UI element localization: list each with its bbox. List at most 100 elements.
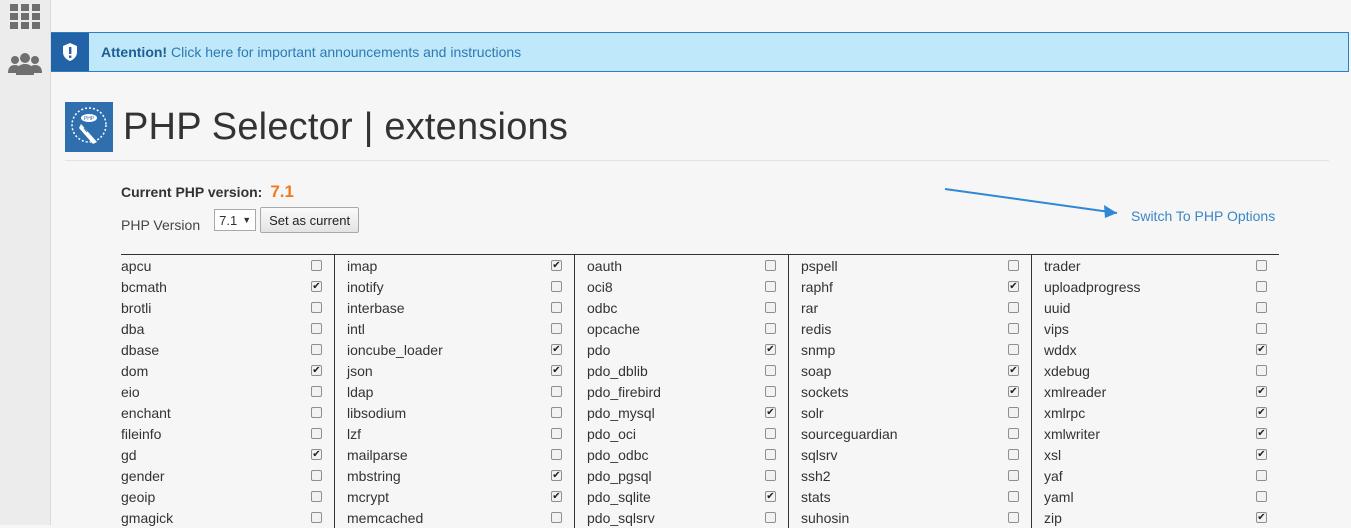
extension-checkbox[interactable] xyxy=(765,428,776,439)
extension-checkbox[interactable]: ✔ xyxy=(311,449,322,460)
alert-link-text[interactable]: Click here for important announcements a… xyxy=(167,44,521,60)
extension-checkbox[interactable] xyxy=(551,449,562,460)
extension-row: vips xyxy=(1044,318,1267,339)
extension-name: zip xyxy=(1044,509,1062,526)
extension-checkbox[interactable]: ✔ xyxy=(765,344,776,355)
extension-checkbox[interactable] xyxy=(765,260,776,271)
extension-checkbox[interactable] xyxy=(1256,491,1267,502)
extension-row: ssh2 xyxy=(801,465,1019,486)
extension-checkbox[interactable]: ✔ xyxy=(311,365,322,376)
extension-checkbox[interactable] xyxy=(311,491,322,502)
extension-name: enchant xyxy=(121,404,171,421)
extension-checkbox[interactable] xyxy=(765,470,776,481)
extension-checkbox[interactable] xyxy=(311,512,322,523)
extension-checkbox[interactable]: ✔ xyxy=(311,281,322,292)
set-as-current-button[interactable]: Set as current xyxy=(260,207,360,233)
announcement-alert[interactable]: Attention! Click here for important anno… xyxy=(51,32,1349,72)
extension-name: redis xyxy=(801,320,832,337)
extension-checkbox[interactable]: ✔ xyxy=(1008,281,1019,292)
extension-checkbox[interactable] xyxy=(1256,260,1267,271)
extension-checkbox[interactable] xyxy=(765,302,776,313)
extension-checkbox[interactable]: ✔ xyxy=(1256,512,1267,523)
users-group-icon[interactable] xyxy=(0,45,50,85)
extension-checkbox[interactable] xyxy=(1256,281,1267,292)
php-selector-logo-icon: PHP xyxy=(65,102,113,152)
extension-checkbox[interactable] xyxy=(551,323,562,334)
extension-name: pdo_odbc xyxy=(587,446,649,463)
extension-name: sourceguardian xyxy=(801,425,898,442)
extension-row: gd ✔ xyxy=(121,444,322,465)
apps-grid-icon[interactable] xyxy=(0,0,50,36)
extension-checkbox[interactable]: ✔ xyxy=(1256,428,1267,439)
extension-checkbox[interactable]: ✔ xyxy=(1256,386,1267,397)
extension-checkbox[interactable] xyxy=(311,407,322,418)
extension-checkbox[interactable] xyxy=(765,386,776,397)
extension-checkbox[interactable] xyxy=(311,344,322,355)
extension-checkbox[interactable] xyxy=(765,365,776,376)
extension-checkbox[interactable] xyxy=(1008,302,1019,313)
extension-checkbox[interactable] xyxy=(765,281,776,292)
extension-checkbox[interactable] xyxy=(1256,470,1267,481)
extension-checkbox[interactable]: ✔ xyxy=(1256,449,1267,460)
extension-checkbox[interactable] xyxy=(1008,407,1019,418)
extension-checkbox[interactable]: ✔ xyxy=(1008,386,1019,397)
extension-checkbox[interactable] xyxy=(1008,491,1019,502)
extension-checkbox[interactable] xyxy=(1256,365,1267,376)
extension-checkbox[interactable] xyxy=(311,428,322,439)
extension-checkbox[interactable] xyxy=(311,386,322,397)
extension-name: fileinfo xyxy=(121,425,162,442)
extension-row: xmlwriter ✔ xyxy=(1044,423,1267,444)
extension-checkbox[interactable] xyxy=(1256,302,1267,313)
extension-checkbox[interactable] xyxy=(765,512,776,523)
extension-checkbox[interactable]: ✔ xyxy=(551,344,562,355)
extension-checkbox[interactable] xyxy=(1008,470,1019,481)
extension-checkbox[interactable] xyxy=(311,302,322,313)
extension-row: fileinfo xyxy=(121,423,322,444)
extension-name: solr xyxy=(801,404,824,421)
extension-checkbox[interactable]: ✔ xyxy=(1256,407,1267,418)
extension-checkbox[interactable] xyxy=(1008,323,1019,334)
extension-checkbox[interactable]: ✔ xyxy=(765,407,776,418)
extension-checkbox[interactable] xyxy=(551,428,562,439)
extension-row: sqlsrv xyxy=(801,444,1019,465)
extension-checkbox[interactable] xyxy=(551,281,562,292)
switch-to-php-options-link[interactable]: Switch To PHP Options xyxy=(1131,208,1275,224)
extension-row: ioncube_loader ✔ xyxy=(347,339,562,360)
extension-name: pdo_mysql xyxy=(587,404,655,421)
php-version-selected: 7.1 xyxy=(219,212,238,228)
extension-checkbox[interactable]: ✔ xyxy=(765,491,776,502)
extension-checkbox[interactable] xyxy=(311,323,322,334)
extension-checkbox[interactable] xyxy=(1008,260,1019,271)
extension-checkbox[interactable] xyxy=(551,407,562,418)
extension-checkbox[interactable] xyxy=(1008,449,1019,460)
extension-row: geoip xyxy=(121,486,322,507)
extension-name: xmlrpc xyxy=(1044,404,1086,421)
extension-checkbox[interactable]: ✔ xyxy=(551,470,562,481)
alert-message[interactable]: Attention! Click here for important anno… xyxy=(101,44,521,60)
extension-name: pdo_dblib xyxy=(587,362,648,379)
extension-row: pdo_odbc xyxy=(587,444,776,465)
extension-name: xmlreader xyxy=(1044,383,1107,400)
extension-checkbox[interactable]: ✔ xyxy=(551,365,562,376)
extension-checkbox[interactable] xyxy=(551,302,562,313)
extension-checkbox[interactable] xyxy=(765,449,776,460)
extension-checkbox[interactable]: ✔ xyxy=(1008,365,1019,376)
extension-name: interbase xyxy=(347,299,405,316)
extension-checkbox[interactable] xyxy=(1008,428,1019,439)
extension-checkbox[interactable]: ✔ xyxy=(551,260,562,271)
extension-checkbox[interactable] xyxy=(311,470,322,481)
extension-checkbox[interactable] xyxy=(551,386,562,397)
extension-checkbox[interactable] xyxy=(551,512,562,523)
extension-checkbox[interactable] xyxy=(1008,344,1019,355)
extension-checkbox[interactable] xyxy=(765,323,776,334)
extension-row: pdo_oci xyxy=(587,423,776,444)
version-selector-row: PHP Version 7.1 ▼ Set as current xyxy=(121,207,360,233)
extension-checkbox[interactable] xyxy=(1008,512,1019,523)
extension-checkbox[interactable]: ✔ xyxy=(551,491,562,502)
extension-checkbox[interactable] xyxy=(311,260,322,271)
extension-checkbox[interactable] xyxy=(1256,323,1267,334)
extension-row: pdo_pgsql xyxy=(587,465,776,486)
extension-row: dba xyxy=(121,318,322,339)
php-version-select[interactable]: 7.1 ▼ xyxy=(214,209,257,231)
extension-checkbox[interactable]: ✔ xyxy=(1256,344,1267,355)
